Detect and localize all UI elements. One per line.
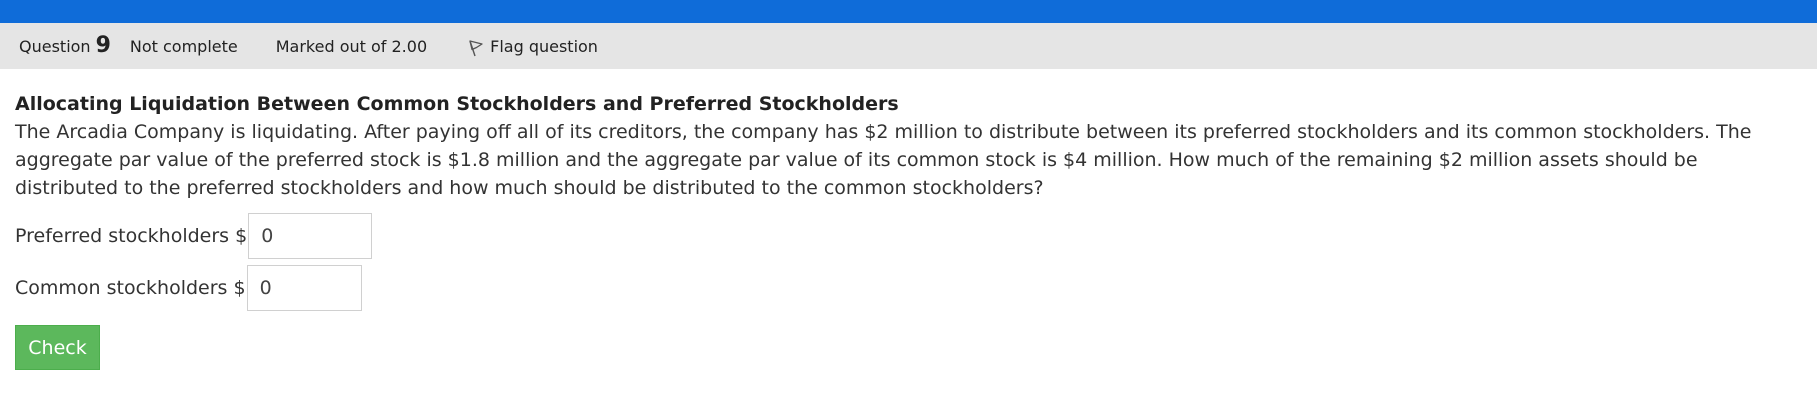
flag-question-link[interactable]: Flag question xyxy=(468,36,598,57)
question-label: Question xyxy=(19,37,91,56)
question-number: Question 9 xyxy=(19,35,111,57)
question-info-bar: Question 9 Not complete Marked out of 2.… xyxy=(0,23,1817,69)
question-grade: Marked out of 2.00 xyxy=(275,36,428,56)
preferred-stockholders-label: Preferred stockholders $ xyxy=(15,225,248,247)
question-title: Allocating Liquidation Between Common St… xyxy=(15,93,899,115)
top-bar xyxy=(0,0,1817,23)
question-content: Allocating Liquidation Between Common St… xyxy=(0,69,1817,370)
question-text: The Arcadia Company is liquidating. Afte… xyxy=(15,121,1752,199)
preferred-stockholders-input[interactable] xyxy=(248,213,373,259)
flag-icon xyxy=(469,40,483,57)
check-button[interactable]: Check xyxy=(15,325,100,370)
common-stockholders-input[interactable] xyxy=(246,265,362,311)
question-state: Not complete xyxy=(129,36,238,56)
common-stockholders-label: Common stockholders $ xyxy=(15,277,246,299)
question-number-value: 9 xyxy=(95,33,111,58)
common-stockholders-row: Common stockholders $ xyxy=(15,265,1802,311)
flag-question-label: Flag question xyxy=(490,36,598,56)
preferred-stockholders-row: Preferred stockholders $ xyxy=(15,213,1802,259)
